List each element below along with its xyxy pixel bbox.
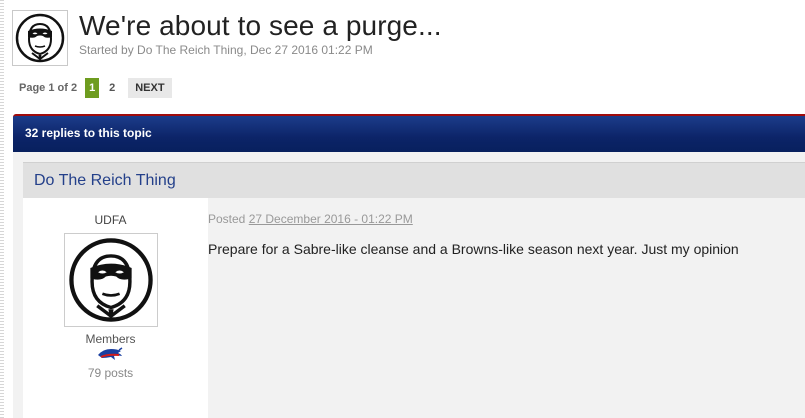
masked-man-avatar-icon <box>69 238 153 322</box>
replies-count: 32 replies to this topic <box>25 126 152 140</box>
post-author-link[interactable]: Do The Reich Thing <box>34 172 176 190</box>
topic-title: We're about to see a purge... <box>79 10 442 41</box>
posted-label: Posted <box>208 212 246 226</box>
post-body: Prepare for a Sabre-like cleanse and a B… <box>208 241 739 257</box>
page-2-link[interactable]: 2 <box>105 78 119 98</box>
author-post-count: 79 posts <box>87 366 134 380</box>
post-date-link[interactable]: 27 December 2016 - 01:22 PM <box>249 212 413 226</box>
bills-buffalo-icon <box>98 347 123 360</box>
pagination: Page 1 of 2 1 2 NEXT <box>19 78 172 98</box>
post-container: Do The Reich Thing UDFA Members 79 posts… <box>13 152 805 418</box>
page-of-label: Page 1 of 2 <box>19 82 78 94</box>
author-avatar[interactable] <box>64 233 158 327</box>
topic-meta: Started by Do The Reich Thing, Dec 27 20… <box>79 43 373 57</box>
topic-starter-avatar[interactable] <box>12 10 68 66</box>
masked-man-avatar-icon <box>15 13 65 63</box>
next-page-button[interactable]: NEXT <box>128 78 172 98</box>
page-1-link[interactable]: 1 <box>85 78 100 98</box>
author-group: Members <box>85 332 136 346</box>
post-date-line: Posted 27 December 2016 - 01:22 PM <box>208 212 413 226</box>
replies-header-bar: 32 replies to this topic <box>13 114 805 152</box>
author-info-column: UDFA Members 79 posts <box>23 198 208 418</box>
author-title: UDFA <box>94 213 127 227</box>
post-header: Do The Reich Thing <box>23 162 805 198</box>
page-edge-divider <box>0 0 4 418</box>
